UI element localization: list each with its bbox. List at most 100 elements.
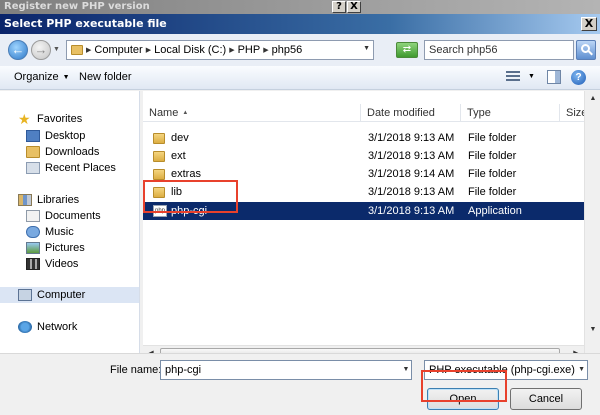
nav-item-label: Pictures [45,242,85,254]
column-name-label: Name [149,107,179,119]
application-icon: php [153,205,167,217]
scroll-down-icon[interactable]: ▼ [585,322,600,337]
file-row-dev[interactable]: dev 3/1/2018 9:13 AM File folder [143,129,584,147]
file-type: File folder [468,168,517,180]
folder-icon [71,45,83,55]
file-type: File folder [468,150,517,162]
computer-icon [18,289,32,301]
address-row: ← → ▼ ▶ Computer ▶ Local Disk (C:) ▶ PHP… [0,34,600,66]
dialog-title-bar: Select PHP executable file X [0,14,600,34]
file-list: Name ▲ Date modified Type Size dev 3/1/20… [143,91,600,353]
forward-button[interactable]: → [31,40,51,60]
file-row-lib[interactable]: lib 3/1/2018 9:13 AM File folder [143,183,584,201]
dialog-footer: File name: ▼ PHP executable (php-cgi.exe… [0,353,600,415]
nav-network[interactable]: Network [18,319,157,335]
file-name: dev [171,132,189,144]
file-name: extras [171,168,201,180]
column-date-modified[interactable]: Date modified [361,104,461,122]
address-dropdown-icon[interactable]: ▼ [363,45,370,52]
refresh-button[interactable]: ⇄ [396,42,418,58]
file-name: ext [171,150,186,162]
search-input[interactable]: Search php56 [424,40,574,60]
breadcrumb-chevron-icon[interactable]: ▶ [86,46,91,54]
address-bar[interactable]: ▶ Computer ▶ Local Disk (C:) ▶ PHP ▶ php… [66,40,374,60]
nav-libraries-label: Libraries [37,194,80,206]
file-date: 3/1/2018 9:14 AM [368,168,455,180]
back-button[interactable]: ← [8,40,28,60]
organize-label: Organize [14,71,59,83]
recent-places-icon [26,162,40,174]
change-view-icon[interactable] [506,71,520,83]
column-name[interactable]: Name ▲ [143,104,361,122]
file-type: File folder [468,186,517,198]
dialog-title: Select PHP executable file [4,17,167,30]
folder-icon [153,186,165,198]
file-name-label: File name: [110,364,162,376]
search-button[interactable] [576,40,596,60]
outer-help-button[interactable]: ? [332,1,346,13]
file-date: 3/1/2018 9:13 AM [368,186,455,198]
column-header: Name ▲ Date modified Type Size [143,104,600,122]
nav-item-label: Videos [45,258,79,270]
organize-button[interactable]: Organize ▼ [14,71,70,83]
sort-ascending-icon: ▲ [182,110,189,116]
refresh-icon: ⇄ [402,44,412,55]
file-name-dropdown-icon[interactable]: ▼ [401,361,411,379]
nav-item-label: Downloads [45,146,100,158]
file-date: 3/1/2018 9:13 AM [368,150,455,162]
outer-window-title-bar: Register new PHP version ? X [0,0,600,14]
view-dropdown-icon[interactable]: ▼ [528,73,535,80]
vertical-scrollbar[interactable]: ▲ ▼ [584,91,600,353]
breadcrumb-php[interactable]: PHP [238,44,261,56]
nav-favorites[interactable]: ★ Favorites [18,111,157,127]
file-row-extras[interactable]: extras 3/1/2018 9:14 AM File folder [143,165,584,183]
file-date: 3/1/2018 9:13 AM [368,132,455,144]
dialog-close-button[interactable]: X [581,17,597,31]
breadcrumb-chevron-icon[interactable]: ▶ [229,46,234,54]
nav-libraries[interactable]: Libraries [18,192,157,208]
outer-window-title: Register new PHP version [4,1,150,12]
outer-close-button[interactable]: X [347,1,361,13]
breadcrumb-computer[interactable]: Computer [94,44,142,56]
file-date: 3/1/2018 9:13 AM [368,205,455,217]
music-icon [26,226,40,238]
column-type[interactable]: Type [461,104,560,122]
forward-arrow-icon: → [34,42,48,57]
folder-icon [153,168,165,180]
folder-icon [153,132,165,144]
cancel-button[interactable]: Cancel [510,388,582,410]
breadcrumb-php56[interactable]: php56 [272,44,303,56]
new-folder-button[interactable]: New folder [79,71,132,83]
desktop-icon [26,130,40,142]
open-button[interactable]: Open [427,388,499,410]
pictures-icon [26,242,40,254]
history-dropdown-icon[interactable]: ▼ [53,46,60,53]
file-type-value: PHP executable (php-cgi.exe) [429,364,575,376]
file-name: php-cgi [171,205,208,217]
downloads-icon [26,146,40,158]
chevron-down-icon: ▼ [578,366,585,373]
file-dialog: Select PHP executable file X ← → ▼ ▶ Com… [0,14,600,415]
scroll-up-icon[interactable]: ▲ [585,91,600,106]
nav-item-label: Desktop [45,130,86,142]
breadcrumb-chevron-icon[interactable]: ▶ [263,46,268,54]
breadcrumb-chevron-icon[interactable]: ▶ [146,46,151,54]
file-name-input[interactable] [160,360,412,380]
file-type-select[interactable]: PHP executable (php-cgi.exe) ▼ [424,360,588,380]
documents-icon [26,210,40,222]
videos-icon [26,258,40,270]
breadcrumb-local-disk[interactable]: Local Disk (C:) [154,44,226,56]
file-row-ext[interactable]: ext 3/1/2018 9:13 AM File folder [143,147,584,165]
file-row-php-cgi[interactable]: php php-cgi 3/1/2018 9:13 AM Application [143,202,584,220]
help-icon[interactable]: ? [571,70,586,85]
nav-computer-label: Computer [37,289,86,301]
file-type: File folder [468,132,517,144]
file-type: Application [468,205,522,217]
nav-computer[interactable]: Computer [0,287,139,303]
nav-favorites-label: Favorites [37,113,83,125]
navigation-pane: ★ Favorites Desktop Downloads Recent Pla… [0,91,140,353]
nav-item-label: Recent Places [45,162,116,174]
folder-icon [153,150,165,162]
preview-pane-icon[interactable] [547,70,561,84]
star-icon: ★ [18,111,31,127]
